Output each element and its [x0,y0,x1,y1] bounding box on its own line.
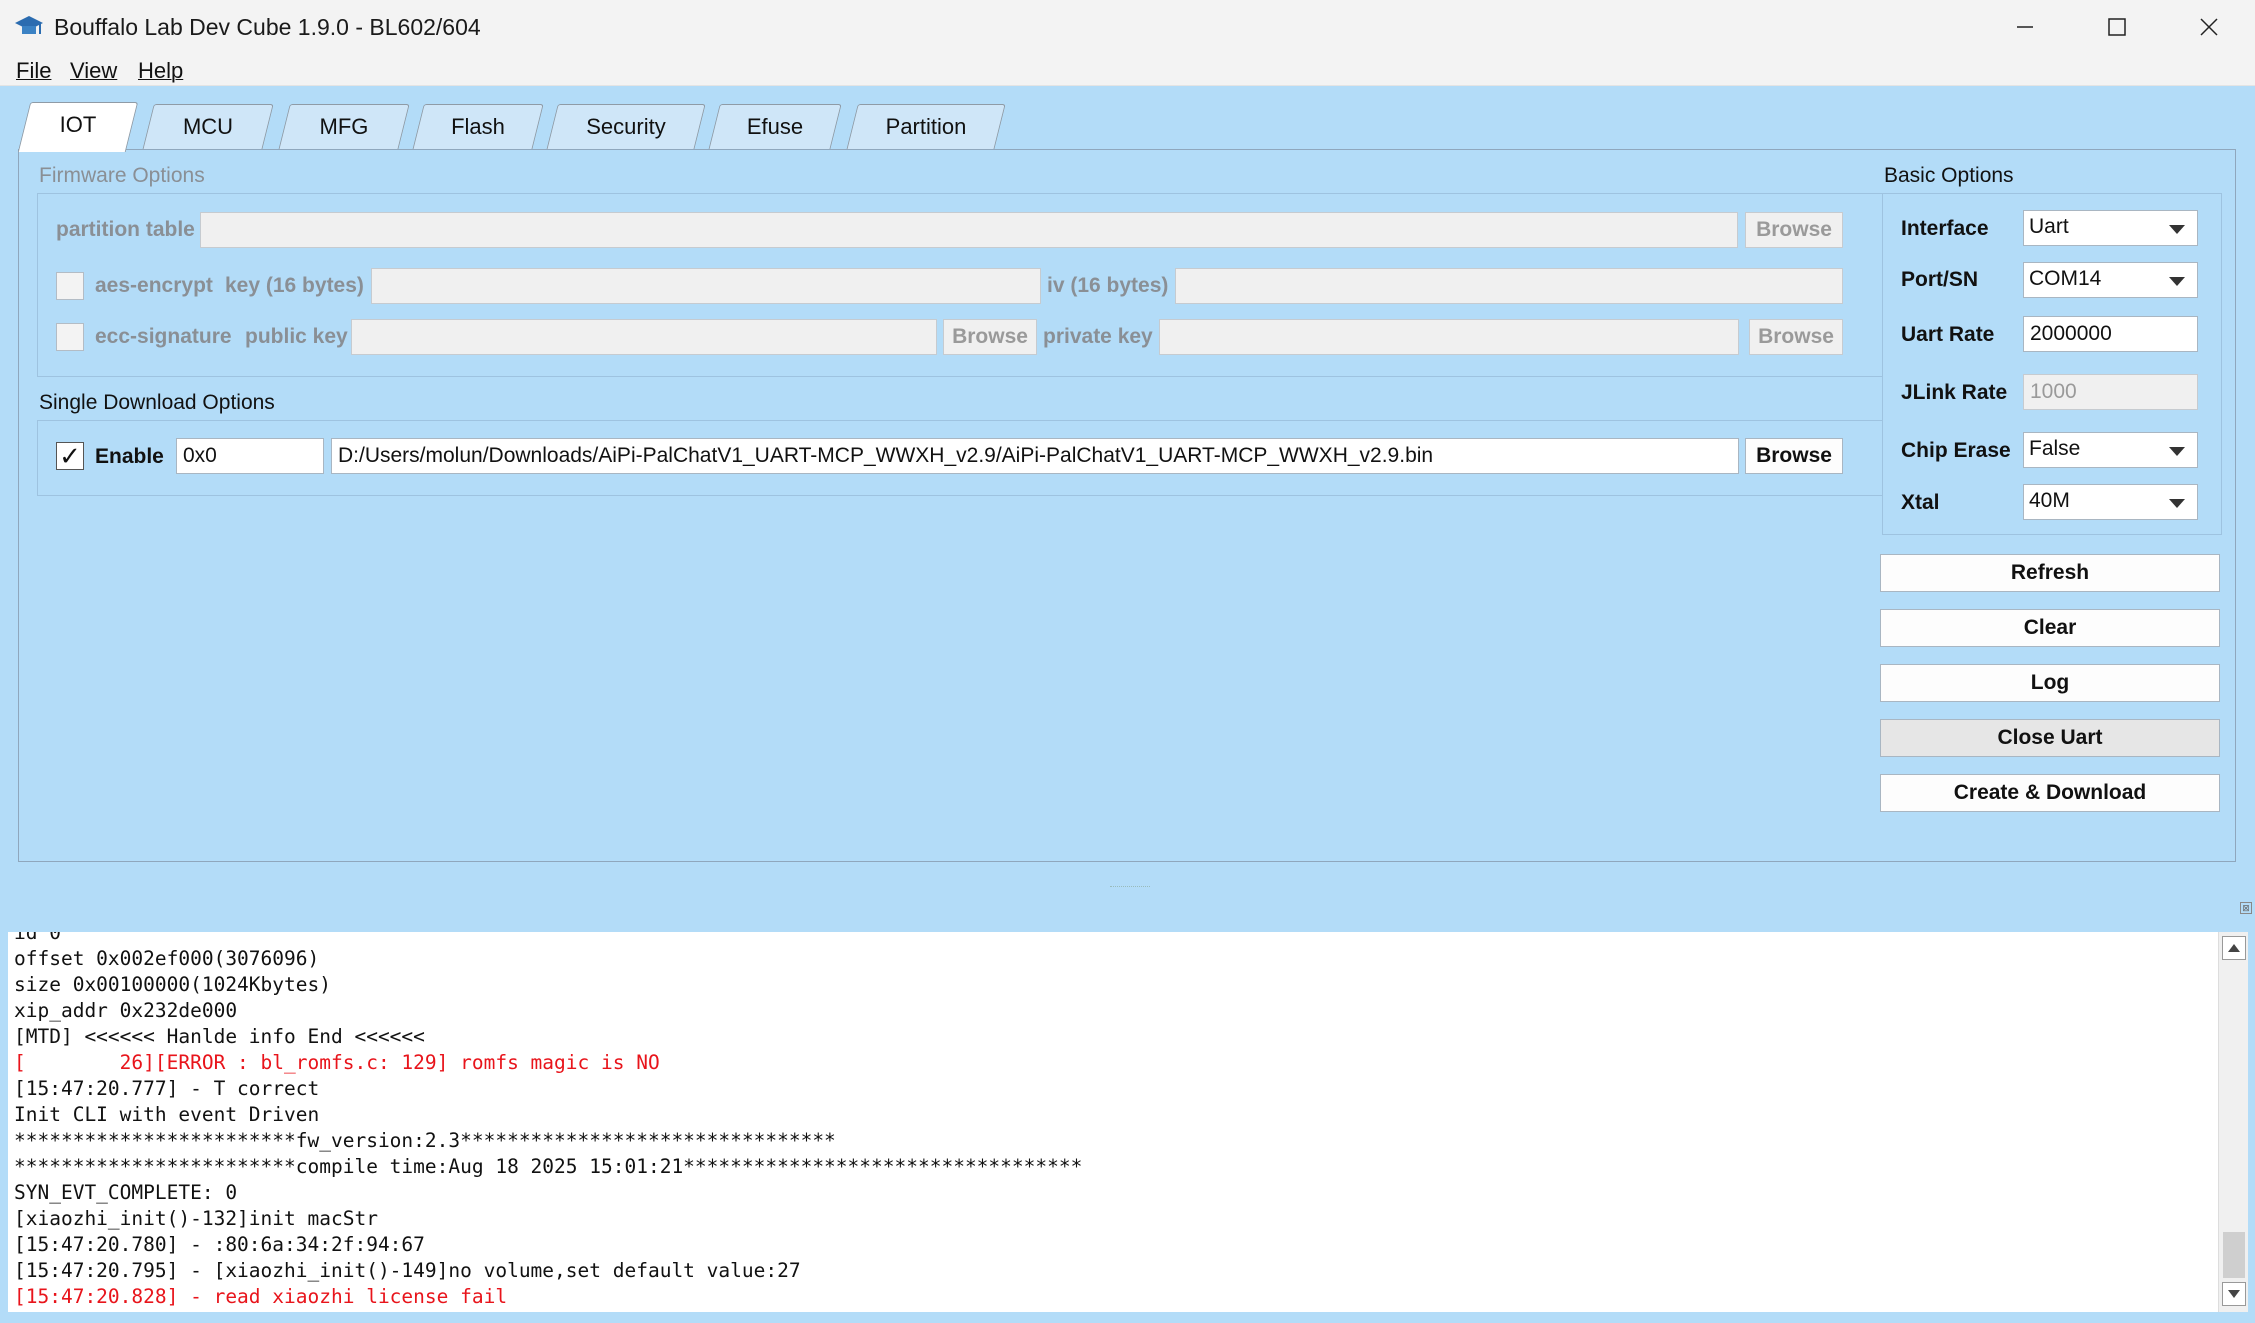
log-line: offset 0x002ef000(3076096) [14,947,320,970]
iot-tab-panel: Firmware Options partition table Browse … [18,149,2236,862]
ecc-signature-label: ecc-signature [95,325,232,348]
port-select[interactable]: COM14 [2023,262,2198,298]
tab-efuse-label[interactable]: Efuse [714,114,836,140]
aes-encrypt-label: aes-encrypt [95,274,213,297]
iv-label: iv (16 bytes) [1047,274,1169,297]
log-output[interactable]: id 0 offset 0x002ef000(3076096) size 0x001… [8,932,2218,1312]
uart-rate-label: Uart Rate [1901,323,1995,346]
scroll-up-button[interactable] [2222,936,2246,960]
menu-file[interactable]: File [16,58,51,84]
chip-erase-value: False [2029,437,2081,460]
tab-mcu-label[interactable]: MCU [148,114,268,140]
chevron-down-icon [2169,447,2185,456]
private-key-browse-button[interactable]: Browse [1749,319,1843,355]
tab-flash-label[interactable]: Flash [418,114,538,140]
file-path-field[interactable]: D:/Users/molun/Downloads/AiPi-PalChatV1_… [331,438,1739,474]
undock-icon[interactable]: ⊠ [2240,902,2252,914]
chip-erase-label: Chip Erase [1901,439,2011,462]
public-key-label: public key [245,325,348,348]
xtal-value: 40M [2029,489,2070,512]
log-line: xip_addr 0x232de000 [14,999,238,1022]
log-line: [MTD] <<<<<< Hanlde info End <<<<<< [14,1025,425,1048]
enable-checkbox[interactable]: ✓ [56,440,84,471]
log-line: size 0x00100000(1024Kbytes) [14,973,331,996]
jlink-rate-field[interactable]: 1000 [2023,374,2198,410]
xtal-select[interactable]: 40M [2023,484,2198,520]
log-lines: id 0 offset 0x002ef000(3076096) size 0x001… [8,932,1082,1310]
log-line: [15:47:20.780] - :80:6a:34:2f:94:67 [14,1233,425,1256]
minimize-button[interactable] [1979,0,2071,54]
aes-key-field[interactable] [371,268,1041,304]
basic-options-title: Basic Options [1884,164,2014,187]
menu-view[interactable]: View [70,58,117,84]
close-icon [2200,18,2218,36]
tab-security-label[interactable]: Security [552,114,700,140]
scroll-down-button[interactable] [2222,1282,2246,1306]
log-scrollbar[interactable] [2218,932,2248,1312]
arrow-up-icon [2228,944,2240,952]
log-line: [ 26][ERROR : bl_romfs.c: 129] romfs mag… [14,1051,660,1074]
clear-button[interactable]: Clear [1880,609,2220,647]
firmware-options-title: Firmware Options [39,164,205,187]
public-key-browse-button[interactable]: Browse [943,319,1037,355]
minimize-icon [2017,26,2033,28]
log-line: [15:47:20.777] - T correct [14,1077,320,1100]
interface-value: Uart [2029,215,2069,238]
uart-rate-field[interactable]: 2000000 [2023,316,2198,352]
interface-select[interactable]: Uart [2023,210,2198,246]
menu-help[interactable]: Help [138,58,183,84]
private-key-label: private key [1043,325,1153,348]
checkmark-icon: ✓ [59,440,81,471]
log-line: id 0 [14,932,61,944]
port-label: Port/SN [1901,268,1979,291]
aes-encrypt-checkbox[interactable] [56,272,84,300]
enable-label: Enable [95,445,164,468]
partition-table-label: partition table [56,218,195,241]
close-button[interactable] [2163,0,2255,54]
maximize-button[interactable] [2071,0,2163,54]
log-line: [15:47:20.795] - [xiaozhi_init()-149]no … [14,1259,801,1282]
log-line: SYN_EVT_COMPLETE: 0 [14,1181,238,1204]
port-value: COM14 [2029,267,2102,290]
chip-erase-select[interactable]: False [2023,432,2198,468]
single-download-title: Single Download Options [39,391,275,414]
log-line: ************************compile time:Aug… [14,1155,1083,1178]
title-bar: Bouffalo Lab Dev Cube 1.9.0 - BL602/604 [0,0,2255,54]
close-uart-button[interactable]: Close Uart [1880,719,2220,757]
log-line: [15:47:20.828] - read xiaozhi license fa… [14,1285,508,1308]
interface-label: Interface [1901,217,1989,240]
ecc-signature-checkbox[interactable] [56,323,84,351]
log-line: ************************fw_version:2.3**… [14,1129,836,1152]
splitter-handle[interactable] [1110,886,1150,890]
xtal-label: Xtal [1901,491,1940,514]
jlink-rate-label: JLink Rate [1901,381,2008,404]
chevron-down-icon [2169,499,2185,508]
public-key-field[interactable] [351,319,937,355]
scroll-thumb[interactable] [2223,1232,2245,1278]
window-title: Bouffalo Lab Dev Cube 1.9.0 - BL602/604 [54,14,481,40]
maximize-icon [2108,18,2126,36]
partition-table-field[interactable] [200,212,1738,248]
tab-iot-label[interactable]: IOT [24,112,132,138]
chevron-down-icon [2169,225,2185,234]
create-download-button[interactable]: Create & Download [1880,774,2220,812]
refresh-button[interactable]: Refresh [1880,554,2220,592]
graduation-cap-icon [15,16,43,34]
tab-partition-label[interactable]: Partition [852,114,1000,140]
chevron-down-icon [2169,277,2185,286]
log-button[interactable]: Log [1880,664,2220,702]
menu-bar: File View Help [0,54,2255,86]
tab-mfg-label[interactable]: MFG [284,114,404,140]
file-browse-button[interactable]: Browse [1745,438,1843,474]
log-line: Init CLI with event Driven [14,1103,320,1126]
partition-browse-button[interactable]: Browse [1745,212,1843,248]
address-field[interactable]: 0x0 [176,438,324,474]
log-line: [xiaozhi_init()-132]init macStr [14,1207,378,1230]
arrow-down-icon [2228,1290,2240,1298]
key-label: key (16 bytes) [225,274,364,297]
aes-iv-field[interactable] [1175,268,1843,304]
private-key-field[interactable] [1159,319,1739,355]
